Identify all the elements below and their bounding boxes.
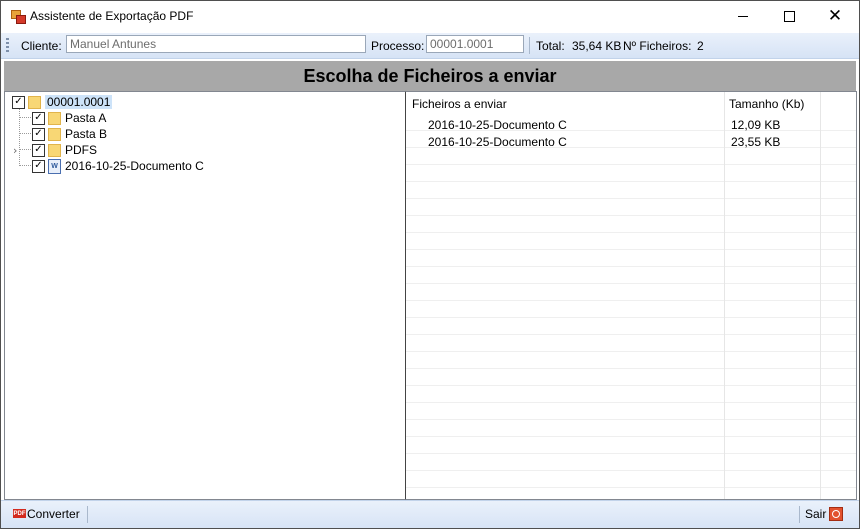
tree-node-label: 00001.0001 (45, 95, 113, 109)
checkbox-checked[interactable]: ✓ (32, 111, 45, 125)
window-title: Assistente de Exportação PDF (30, 9, 194, 23)
status-separator (87, 506, 88, 523)
maximize-icon (783, 11, 795, 22)
title-bar: Assistente de Exportação PDF ✕ (1, 1, 859, 32)
app-window: Assistente de Exportação PDF ✕ Cliente: … (0, 0, 860, 529)
file-tree[interactable]: ✓ 00001.0001 ✓ Pasta A ✓ Pasta B › ✓ PDF… (4, 91, 407, 500)
folder-icon (28, 95, 41, 109)
checkbox-checked[interactable]: ✓ (32, 143, 45, 157)
toolbar-separator (529, 37, 530, 54)
tree-node-label: Pasta B (65, 127, 108, 141)
column-header-size[interactable]: Tamanho (Kb) (729, 97, 804, 111)
tree-connector (19, 133, 33, 134)
tree-connector (19, 149, 33, 150)
status-separator (799, 506, 800, 523)
close-button[interactable]: ✕ (812, 1, 858, 32)
processo-field[interactable] (426, 35, 524, 53)
files-to-send-list[interactable]: Ficheiros a enviar Tamanho (Kb) 2016-10-… (406, 91, 857, 500)
total-value: 35,64 KB (572, 39, 622, 53)
file-name-cell: 2016-10-25-Documento C (428, 118, 567, 132)
pdf-icon: PDF (13, 509, 26, 518)
tree-node-pasta-b[interactable]: ✓ Pasta B (32, 126, 107, 142)
folder-icon (48, 111, 61, 125)
exit-button[interactable]: Sair (803, 501, 849, 528)
tree-node-label: 2016-10-25-Documento C (65, 159, 204, 173)
file-count-label: Nº Ficheiros: (623, 39, 692, 53)
status-bar: PDF Converter Sair (1, 500, 859, 528)
list-grid (406, 114, 856, 499)
checkbox-checked[interactable]: ✓ (12, 95, 25, 109)
toolbar-grip[interactable] (6, 38, 9, 52)
processo-label: Processo: (371, 39, 425, 53)
exit-icon (829, 507, 843, 521)
convert-button[interactable]: PDF Converter (5, 501, 81, 528)
tree-node-pdfs[interactable]: ✓ PDFS (32, 142, 97, 158)
convert-label: Converter (27, 507, 80, 521)
folder-icon (48, 127, 61, 141)
total-label: Total: (536, 39, 565, 53)
minimize-icon (738, 16, 748, 17)
cliente-field[interactable] (66, 35, 366, 53)
cliente-label: Cliente: (21, 39, 62, 53)
maximize-button[interactable] (766, 1, 812, 32)
tree-node-documento-c[interactable]: ✓ W 2016-10-25-Documento C (32, 158, 204, 174)
tree-connector (19, 106, 20, 166)
file-name-cell: 2016-10-25-Documento C (428, 135, 567, 149)
file-size-cell: 12,09 KB (731, 118, 781, 132)
column-header-files[interactable]: Ficheiros a enviar (412, 97, 507, 111)
tree-connector (19, 165, 33, 166)
checkbox-checked[interactable]: ✓ (32, 159, 45, 173)
exit-label: Sair (805, 507, 827, 521)
tree-node-root[interactable]: ✓ 00001.0001 (12, 94, 113, 110)
column-divider (724, 92, 725, 499)
tree-node-label: PDFS (65, 143, 98, 157)
tree-node-pasta-a[interactable]: ✓ Pasta A (32, 110, 106, 126)
app-icon (11, 10, 26, 24)
page-heading: Escolha de Ficheiros a enviar (4, 61, 856, 91)
expand-chevron-icon[interactable]: › (13, 144, 17, 157)
tree-node-label: Pasta A (65, 111, 107, 125)
file-count-value: 2 (697, 39, 704, 53)
column-divider (820, 92, 821, 499)
close-icon: ✕ (827, 6, 843, 26)
minimize-button[interactable] (720, 1, 766, 32)
tree-connector (19, 117, 33, 118)
file-size-cell: 23,55 KB (731, 135, 781, 149)
toolbar: Cliente: Processo: Total: 35,64 KB Nº Fi… (1, 33, 859, 59)
checkbox-checked[interactable]: ✓ (32, 127, 45, 141)
word-document-icon: W (48, 158, 61, 174)
folder-icon (48, 143, 61, 157)
